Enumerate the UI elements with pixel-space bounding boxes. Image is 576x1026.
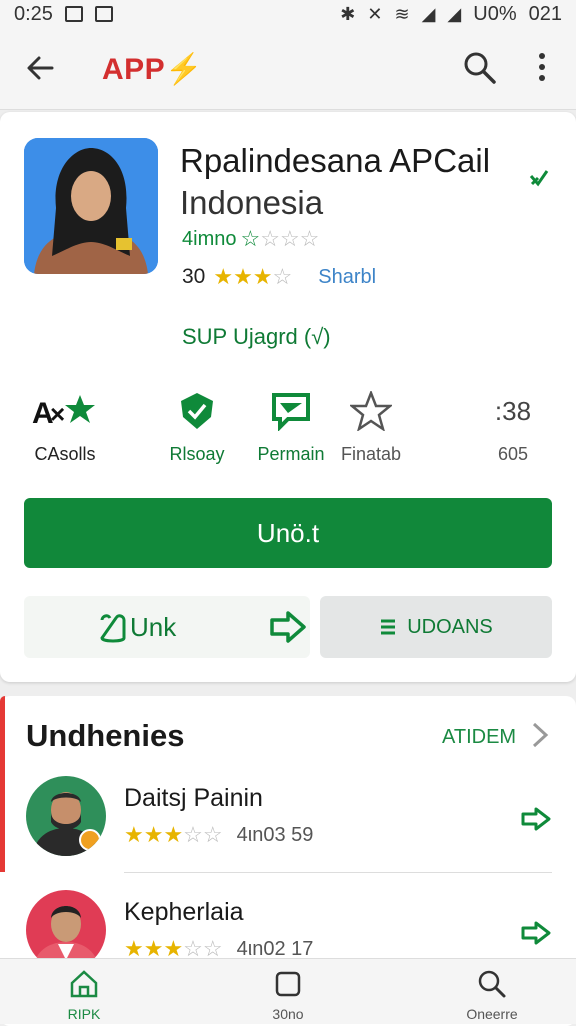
status-bar: 0:25 ✱ ✕ ≋ ◢ ◢ U0% 021 bbox=[0, 0, 576, 28]
app-name: Rpalindesana APCail Indonesia bbox=[180, 140, 520, 224]
updates-button[interactable]: UDOANS bbox=[320, 596, 552, 658]
review-meta-text: 4ιn03 59 bbox=[236, 823, 314, 846]
share-arrow-icon bbox=[270, 611, 306, 643]
update-note: SUP Ujaɡrd (√) bbox=[182, 324, 331, 349]
nav-label-middle: 30no bbox=[272, 1006, 304, 1022]
bottom-nav: RIPK 30no Oneerre bbox=[0, 958, 576, 1024]
link-button[interactable]: Unk bbox=[24, 596, 310, 658]
install-button[interactable]: Unö.t bbox=[24, 498, 552, 568]
nav-item-home[interactable]: RIPK bbox=[24, 969, 144, 1022]
link-button-label: Unk bbox=[130, 611, 177, 642]
stat-rating[interactable]: A × CAsolls bbox=[10, 388, 120, 465]
status-time: 0:25 bbox=[14, 2, 53, 25]
signal-icon-2: ◢ bbox=[447, 3, 462, 24]
nav-label-home: RIPK bbox=[67, 1006, 101, 1022]
divider bbox=[124, 872, 552, 873]
mail-notification-icon bbox=[64, 6, 83, 22]
home-icon bbox=[70, 970, 98, 998]
app-icon-portrait bbox=[24, 138, 158, 274]
developer-name[interactable]: 4imno bbox=[182, 228, 236, 251]
search-icon[interactable] bbox=[460, 48, 498, 86]
app-details-card: Rpalindesana APCail Indonesia 4imno ☆☆☆☆… bbox=[0, 112, 576, 682]
status-left: 0:25 bbox=[14, 3, 113, 26]
list-icon bbox=[381, 619, 396, 635]
nav-item-search[interactable]: Oneerre bbox=[432, 969, 552, 1022]
bag-notification-icon bbox=[94, 6, 113, 22]
stat-label-4: 605 bbox=[497, 444, 529, 464]
back-arrow-icon[interactable] bbox=[22, 50, 58, 86]
verified-check-icon bbox=[529, 170, 549, 187]
nav-item-middle[interactable]: 30no bbox=[228, 969, 348, 1022]
rating-link[interactable]: Sharbl bbox=[318, 266, 376, 289]
review-meta: ★★★☆☆ 4ιn03 59 bbox=[124, 822, 313, 848]
mute-icon: ✕ bbox=[367, 3, 383, 24]
status-right: ✱ ✕ ≋ ◢ ◢ U0% 021 bbox=[340, 3, 562, 26]
review-stars: ★★★☆☆ bbox=[124, 822, 223, 847]
status-extra: 021 bbox=[528, 2, 562, 25]
section-title: Undhenies bbox=[26, 718, 185, 753]
square-icon bbox=[275, 971, 301, 997]
star-outline-icon bbox=[316, 388, 426, 434]
reviewer-name: Kepherlaia bbox=[124, 898, 244, 926]
app-name-line2: Indonesia bbox=[180, 184, 324, 221]
app-star-icon: A × bbox=[10, 388, 120, 434]
more-vert-icon[interactable] bbox=[528, 48, 556, 86]
rating-row: 30 ★★★☆ Sharbl bbox=[182, 264, 376, 290]
app-icon[interactable] bbox=[24, 138, 158, 274]
bag-outline-icon bbox=[100, 614, 126, 643]
updates-button-label: UDOANS bbox=[407, 615, 493, 638]
developer-stars: ☆☆☆☆ bbox=[240, 226, 320, 251]
app-bar-title: APP⚡ bbox=[102, 53, 204, 86]
share-arrow-icon[interactable] bbox=[520, 806, 552, 832]
chevron-right-icon[interactable] bbox=[528, 720, 552, 750]
wifi-icon: ≋ bbox=[394, 3, 410, 24]
stats-row: A × CAsolls Rlsoay Permain Finatab:38 6… bbox=[0, 388, 576, 468]
rating-stars: ★★★☆ bbox=[213, 264, 293, 289]
stat-favorite[interactable]: Finatab bbox=[316, 388, 426, 465]
stat-label-3: Finatab bbox=[340, 444, 402, 464]
avatar bbox=[26, 776, 106, 856]
battery-percent: U0% bbox=[473, 2, 517, 25]
app-name-line1: Rpalindesana APCail bbox=[180, 142, 491, 179]
stat-value-4: :38 bbox=[494, 395, 532, 426]
section-more-link[interactable]: ATIDEM bbox=[442, 726, 516, 749]
search-icon bbox=[478, 970, 506, 998]
signal-icon: ◢ bbox=[421, 3, 436, 24]
bluetooth-icon: ✱ bbox=[340, 3, 356, 24]
stat-extra[interactable]: :38 605 bbox=[458, 388, 568, 465]
share-arrow-icon[interactable] bbox=[520, 920, 552, 946]
review-item[interactable]: Daitsj Painin ★★★☆☆ 4ιn03 59 bbox=[26, 776, 552, 876]
section-accent-bar bbox=[0, 696, 5, 872]
rating-value: 30 bbox=[182, 265, 206, 288]
nav-label-search: Oneerre bbox=[466, 1006, 518, 1022]
reviewer-name: Daitsj Painin bbox=[124, 784, 263, 812]
stat-label-0: CAsolls bbox=[34, 444, 96, 464]
developer-row: 4imno ☆☆☆☆ bbox=[182, 226, 319, 252]
app-bar: APP⚡ bbox=[0, 28, 576, 110]
svg-text:×: × bbox=[50, 399, 65, 429]
